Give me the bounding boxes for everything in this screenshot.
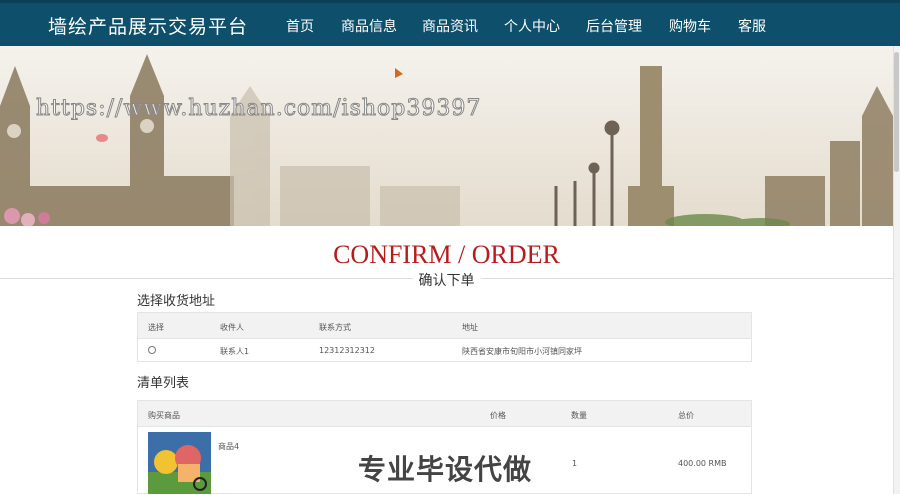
nav-item-products[interactable]: 商品信息 [341, 16, 397, 50]
address-row[interactable]: 联系人1 12312312312 陕西省安康市旬阳市小河镇同家坪 [138, 339, 751, 362]
address-table: 选择 收件人 联系方式 地址 联系人1 12312312312 陕西省安康市旬阳… [137, 312, 752, 362]
product-thumbnail[interactable] [148, 432, 211, 494]
col-quantity: 数量 [571, 411, 587, 420]
address-table-header: 选择 收件人 联系方式 地址 [138, 313, 751, 339]
site-brand[interactable]: 墙绘产品展示交易平台 [48, 12, 248, 39]
scrollbar-thumb[interactable] [894, 52, 899, 172]
address-recipient: 联系人1 [220, 347, 250, 356]
page-title-cn: 确认下单 [0, 270, 893, 290]
page-title-en: CONFIRM / ORDER [333, 240, 560, 269]
product-quantity: 1 [572, 459, 578, 468]
nav-item-service[interactable]: 客服 [738, 16, 766, 36]
hero-banner: https://www.huzhan.com/ishop39397 [0, 46, 893, 226]
nav-item-news[interactable]: 商品资讯 [422, 16, 478, 36]
nav-item-cart[interactable]: 购物车 [669, 16, 711, 36]
product-total: 400.00 RMB [678, 459, 727, 468]
nav-item-home[interactable]: 首页 [286, 16, 314, 36]
orderlist-section-title: 清单列表 [137, 376, 190, 391]
city-skyline-illustration [0, 46, 893, 226]
address-radio[interactable] [148, 346, 156, 354]
col-phone: 联系方式 [319, 323, 351, 332]
col-recipient: 收件人 [220, 323, 244, 332]
watermark-url: https://www.huzhan.com/ishop39397 [35, 96, 482, 122]
col-product: 购买商品 [148, 411, 180, 420]
address-text: 陕西省安康市旬阳市小河镇同家坪 [462, 347, 582, 356]
address-phone: 12312312312 [319, 346, 375, 355]
top-navbar: 墙绘产品展示交易平台 首页 商品信息 商品资讯 个人中心 后台管理 购物车 客服 [0, 0, 900, 50]
col-select: 选择 [148, 323, 164, 332]
address-section-title: 选择收货地址 [137, 294, 216, 309]
col-total: 总价 [678, 411, 694, 420]
nav-item-profile[interactable]: 个人中心 [504, 16, 560, 36]
page-title-cn-text: 确认下单 [412, 273, 481, 289]
orderlist-table-header: 购买商品 价格 数量 总价 [138, 401, 751, 427]
col-address: 地址 [462, 323, 478, 332]
nav-item-admin[interactable]: 后台管理 [586, 16, 642, 36]
product-name[interactable]: 商品4 [218, 441, 239, 452]
col-price: 价格 [490, 411, 506, 420]
overlay-watermark: 专业毕设代做 [358, 453, 533, 486]
